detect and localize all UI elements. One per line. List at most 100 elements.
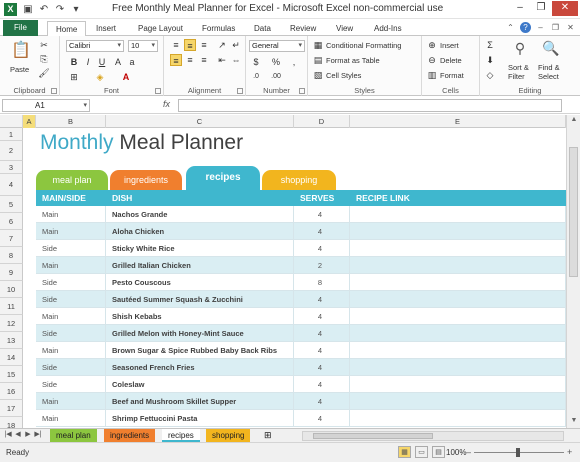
cell-main-side[interactable]: Side bbox=[36, 376, 106, 393]
sort-filter-label-2[interactable]: Filter bbox=[508, 72, 525, 81]
cell-recipe-link[interactable] bbox=[350, 325, 566, 342]
insert-sheet-icon[interactable]: ⊞ bbox=[258, 429, 278, 442]
cell-recipe-link[interactable] bbox=[350, 257, 566, 274]
insert-cells-button[interactable]: Insert bbox=[440, 41, 459, 50]
copy-icon[interactable]: ⎘ bbox=[38, 53, 50, 65]
normal-view-icon[interactable]: ▦ bbox=[398, 446, 411, 458]
next-sheet-icon[interactable]: ▶ bbox=[24, 430, 32, 438]
alignment-launcher-icon[interactable] bbox=[237, 88, 243, 94]
find-select-icon[interactable]: 🔍 bbox=[542, 39, 560, 57]
row-header[interactable]: 10 bbox=[0, 281, 23, 298]
cell-serves[interactable]: 4 bbox=[294, 410, 350, 427]
tab-view[interactable]: View bbox=[336, 21, 353, 36]
clipboard-launcher-icon[interactable] bbox=[51, 88, 57, 94]
workbook-minimize-icon[interactable]: – bbox=[535, 22, 546, 33]
format-cells-icon[interactable]: ▥ bbox=[426, 69, 438, 81]
row-header[interactable]: 2 bbox=[0, 141, 23, 161]
tab-insert[interactable]: Insert bbox=[96, 21, 116, 36]
format-painter-icon[interactable]: 🖌 bbox=[38, 67, 50, 79]
scroll-up-icon[interactable]: ▲ bbox=[569, 116, 579, 126]
cell-serves[interactable]: 4 bbox=[294, 223, 350, 240]
row-header[interactable]: 1 bbox=[0, 128, 23, 141]
cell-recipe-link[interactable] bbox=[350, 308, 566, 325]
tab-review[interactable]: Review bbox=[290, 21, 316, 36]
paste-icon[interactable]: 📋 bbox=[10, 40, 32, 62]
scroll-down-icon[interactable]: ▼ bbox=[569, 417, 579, 427]
cell-serves[interactable]: 4 bbox=[294, 291, 350, 308]
column-header-e[interactable]: E bbox=[350, 115, 566, 128]
increase-decimal-icon[interactable]: .0 bbox=[250, 71, 262, 83]
comma-style-icon[interactable]: , bbox=[288, 56, 300, 68]
cell-main-side[interactable]: Side bbox=[36, 240, 106, 257]
cell-main-side[interactable]: Side bbox=[36, 325, 106, 342]
format-as-table-button[interactable]: Format as Table bbox=[326, 56, 380, 65]
collapse-ribbon-icon[interactable]: ⌃ bbox=[505, 22, 516, 33]
conditional-formatting-icon[interactable]: ▦ bbox=[312, 39, 324, 51]
find-select-label-1[interactable]: Find & bbox=[538, 63, 560, 72]
column-header-b[interactable]: B bbox=[36, 115, 106, 128]
row-header[interactable]: 12 bbox=[0, 315, 23, 332]
cell-recipe-link[interactable] bbox=[350, 274, 566, 291]
fill-color-icon[interactable]: ◈ bbox=[94, 71, 106, 83]
horizontal-scroll-thumb[interactable] bbox=[313, 433, 433, 439]
page-layout-view-icon[interactable]: ▭ bbox=[415, 446, 428, 458]
cell-dish[interactable]: Brown Sugar & Spice Rubbed Baby Back Rib… bbox=[106, 342, 294, 359]
planner-tab-meal-plan[interactable]: meal plan bbox=[36, 170, 108, 190]
cell-recipe-link[interactable] bbox=[350, 359, 566, 376]
table-row[interactable]: Side Seasoned French Fries 4 bbox=[36, 359, 566, 376]
table-row[interactable]: Side Coleslaw 4 bbox=[36, 376, 566, 393]
cell-serves[interactable]: 4 bbox=[294, 342, 350, 359]
align-middle-icon[interactable]: ≡ bbox=[184, 39, 196, 51]
planner-tab-shopping[interactable]: shopping bbox=[262, 170, 336, 190]
row-header[interactable]: 3 bbox=[0, 161, 23, 174]
cell-main-side[interactable]: Side bbox=[36, 274, 106, 291]
align-right-icon[interactable]: ≡ bbox=[198, 54, 210, 66]
font-size-select[interactable]: 10 bbox=[128, 40, 158, 52]
row-header[interactable]: 13 bbox=[0, 332, 23, 349]
format-as-table-icon[interactable]: ▤ bbox=[312, 54, 324, 66]
align-bottom-icon[interactable]: ≡ bbox=[198, 39, 210, 51]
table-row[interactable]: Main Aloha Chicken 4 bbox=[36, 223, 566, 240]
decrease-indent-icon[interactable]: ⇤ bbox=[216, 54, 228, 66]
tab-add-ins[interactable]: Add-Ins bbox=[374, 21, 402, 36]
cell-dish[interactable]: Sticky White Rice bbox=[106, 240, 294, 257]
cell-recipe-link[interactable] bbox=[350, 342, 566, 359]
vertical-scroll-thumb[interactable] bbox=[569, 147, 578, 277]
row-header[interactable]: 14 bbox=[0, 349, 23, 366]
cell-recipe-link[interactable] bbox=[350, 240, 566, 257]
row-header[interactable]: 18 bbox=[0, 417, 23, 428]
decrease-decimal-icon[interactable]: .00 bbox=[270, 71, 282, 83]
vertical-scrollbar[interactable]: ▲ ▼ bbox=[566, 115, 580, 428]
last-sheet-icon[interactable]: ▶| bbox=[34, 430, 42, 438]
shrink-font-icon[interactable]: a bbox=[126, 56, 138, 68]
tab-data[interactable]: Data bbox=[254, 21, 271, 36]
cell-recipe-link[interactable] bbox=[350, 393, 566, 410]
column-header-a[interactable]: A bbox=[23, 115, 36, 128]
cell-dish[interactable]: Beef and Mushroom Skillet Supper bbox=[106, 393, 294, 410]
select-all-corner[interactable] bbox=[0, 115, 23, 128]
formula-input[interactable] bbox=[178, 99, 562, 112]
percent-icon[interactable]: % bbox=[270, 56, 282, 68]
zoom-out-icon[interactable]: – bbox=[466, 447, 471, 457]
workbook-restore-icon[interactable]: ❐ bbox=[550, 22, 561, 33]
tab-page-layout[interactable]: Page Layout bbox=[138, 21, 183, 36]
tab-formulas[interactable]: Formulas bbox=[202, 21, 235, 36]
row-header[interactable]: 6 bbox=[0, 213, 23, 230]
cell-main-side[interactable]: Main bbox=[36, 410, 106, 427]
cell-styles-icon[interactable]: ▧ bbox=[312, 69, 324, 81]
number-format-select[interactable]: General bbox=[249, 40, 305, 52]
cell-dish[interactable]: Shish Kebabs bbox=[106, 308, 294, 325]
excel-logo-icon[interactable]: X bbox=[4, 3, 17, 16]
customize-qat-icon[interactable]: ▾ bbox=[70, 4, 82, 16]
font-color-icon[interactable]: A bbox=[120, 71, 132, 83]
sort-filter-icon[interactable]: ⚲ bbox=[511, 39, 529, 57]
cell-dish[interactable]: Grilled Melon with Honey-Mint Sauce bbox=[106, 325, 294, 342]
bold-icon[interactable]: B bbox=[68, 56, 80, 68]
table-row[interactable]: Side Grilled Melon with Honey-Mint Sauce 4 bbox=[36, 325, 566, 342]
row-header[interactable]: 9 bbox=[0, 264, 23, 281]
cell-recipe-link[interactable] bbox=[350, 410, 566, 427]
cell-main-side[interactable]: Side bbox=[36, 291, 106, 308]
maximize-icon[interactable]: ❐ bbox=[531, 1, 551, 16]
table-row[interactable]: Main Shrimp Fettuccini Pasta 4 bbox=[36, 410, 566, 427]
cell-recipe-link[interactable] bbox=[350, 291, 566, 308]
